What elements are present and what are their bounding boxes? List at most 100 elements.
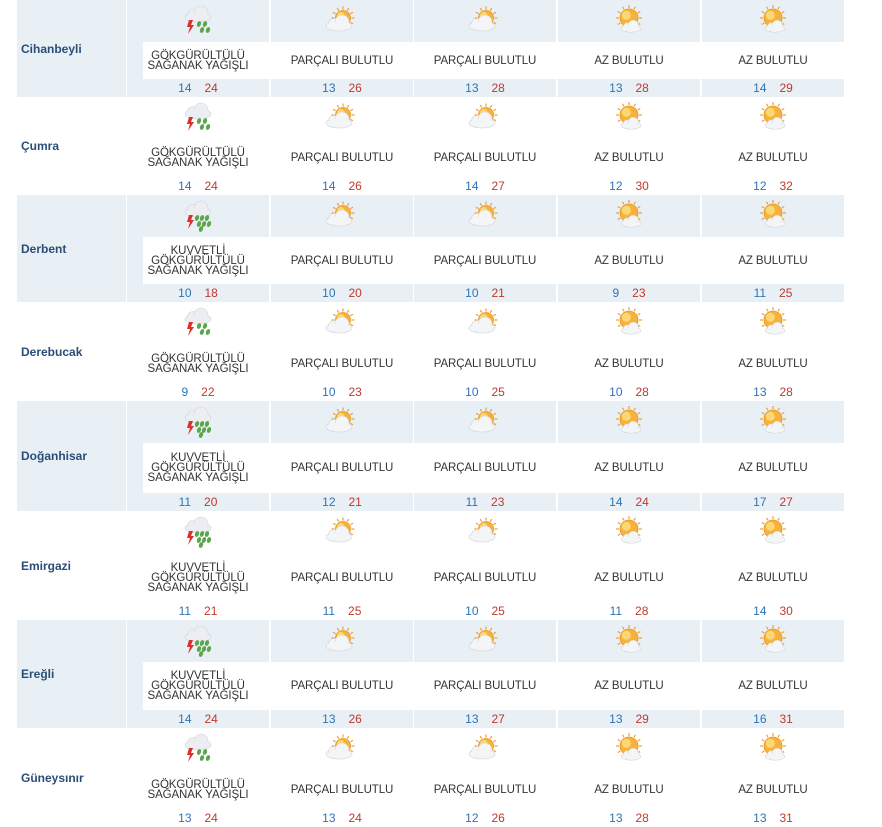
temperature-range: 11 25	[702, 284, 844, 302]
temperature-range: 11 28	[558, 602, 700, 620]
city-name[interactable]: Derebucak	[17, 302, 143, 401]
forecast-row: Güneysınır GÖKGÜRÜLTÜLÜ SAĞANAK YAĞIŞLI 13…	[17, 728, 862, 827]
temperature-range: 14 24	[127, 710, 269, 728]
min-temperature: 10	[322, 286, 336, 300]
day-forecast-cell: KUVVETLİ GÖKGÜRÜLTÜLÜ SAĞANAK YAĞIŞLI 10 1…	[127, 195, 269, 302]
column-divider	[270, 401, 271, 511]
max-temperature: 24	[204, 81, 218, 95]
min-temperature: 13	[753, 385, 767, 399]
weather-description: PARÇALI BULUTLU	[433, 254, 537, 267]
min-temperature: 13	[609, 712, 623, 726]
weather-description: AZ BULUTLU	[738, 571, 808, 584]
city-name[interactable]: Derbent	[17, 195, 143, 302]
city-name[interactable]: Cihanbeyli	[17, 0, 143, 97]
weather-description: KUVVETLİ GÖKGÜRÜLTÜLÜ SAĞANAK YAĞIŞLI	[147, 452, 249, 484]
temperature-range: 13 24	[127, 809, 269, 827]
temperature-range: 10 25	[414, 602, 556, 620]
max-temperature: 28	[635, 385, 649, 399]
column-divider	[270, 728, 271, 827]
column-divider	[126, 302, 127, 401]
day-forecast-cell: PARÇALI BULUTLU 10 21	[414, 195, 556, 302]
temperature-range: 14 24	[127, 177, 269, 195]
day-forecast-cell: AZ BULUTLU 16 31	[702, 620, 844, 728]
city-name[interactable]: Güneysınır	[17, 728, 143, 827]
day-forecast-cell: KUVVETLİ GÖKGÜRÜLTÜLÜ SAĞANAK YAĞIŞLI 14 2…	[127, 620, 269, 728]
min-temperature: 13	[322, 712, 336, 726]
forecast-table: Cihanbeyli GÖKGÜRÜLTÜLÜ SAĞANAK YAĞIŞLI 14…	[0, 0, 882, 827]
day-forecast-cell: AZ BULUTLU 9 23	[558, 195, 700, 302]
day-forecast-cell: PARÇALI BULUTLU 10 25	[414, 511, 556, 620]
column-divider	[557, 97, 558, 195]
temperature-range: 10 28	[558, 383, 700, 401]
max-temperature: 31	[779, 811, 793, 825]
city-name[interactable]: Çumra	[17, 97, 143, 195]
partly-cloudy-icon	[414, 728, 556, 770]
day-forecast-cell: PARÇALI BULUTLU 12 21	[271, 401, 413, 511]
mostly-sunny-icon	[702, 511, 844, 553]
forecast-row: Çumra GÖKGÜRÜLTÜLÜ SAĞANAK YAĞIŞLI 14 24 PAR…	[17, 97, 862, 195]
temperature-range: 13 26	[271, 79, 413, 97]
min-temperature: 13	[609, 811, 623, 825]
mostly-sunny-icon	[558, 302, 700, 344]
day-forecast-cell: AZ BULUTLU 13 28	[558, 0, 700, 97]
city-name[interactable]: Emirgazi	[17, 511, 143, 620]
day-forecast-cell: AZ BULUTLU 12 30	[558, 97, 700, 195]
min-temperature: 11	[322, 604, 336, 618]
mostly-sunny-icon	[558, 728, 700, 770]
day-forecast-cell: AZ BULUTLU 14 24	[558, 401, 700, 511]
column-divider	[126, 401, 127, 511]
max-temperature: 18	[204, 286, 218, 300]
forecast-row: Derebucak GÖKGÜRÜLTÜLÜ SAĞANAK YAĞIŞLI 9 22…	[17, 302, 862, 401]
day-forecast-cell: PARÇALI BULUTLU 12 26	[414, 728, 556, 827]
max-temperature: 24	[204, 811, 218, 825]
weather-description: AZ BULUTLU	[594, 357, 664, 370]
column-divider	[701, 195, 702, 302]
column-divider	[270, 0, 271, 97]
day-forecast-cell: GÖKGÜRÜLTÜLÜ SAĞANAK YAĞIŞLI 14 24	[127, 97, 269, 195]
temperature-range: 16 31	[702, 710, 844, 728]
column-divider	[126, 728, 127, 827]
mostly-sunny-icon	[702, 97, 844, 139]
heavy-thunder-rain-icon	[127, 620, 269, 662]
partly-cloudy-icon	[414, 97, 556, 139]
column-divider	[557, 302, 558, 401]
min-temperature: 10	[465, 286, 479, 300]
column-divider	[413, 728, 414, 827]
partly-cloudy-icon	[414, 0, 556, 42]
partly-cloudy-icon	[271, 0, 413, 42]
temperature-range: 11 20	[127, 493, 269, 511]
weather-description: KUVVETLİ GÖKGÜRÜLTÜLÜ SAĞANAK YAĞIŞLI	[147, 561, 249, 594]
mostly-sunny-icon	[702, 401, 844, 443]
max-temperature: 26	[491, 811, 505, 825]
min-temperature: 14	[178, 81, 192, 95]
mostly-sunny-icon	[558, 620, 700, 662]
day-forecast-cell: PARÇALI BULUTLU 10 25	[414, 302, 556, 401]
max-temperature: 23	[632, 286, 646, 300]
min-temperature: 11	[178, 495, 192, 509]
mostly-sunny-icon	[702, 0, 844, 42]
temperature-range: 13 26	[271, 710, 413, 728]
partly-cloudy-icon	[271, 401, 413, 443]
heavy-thunder-rain-icon	[127, 401, 269, 443]
city-name[interactable]: Ereğli	[17, 620, 143, 728]
forecast-row: Doğanhisar KUVVETLİ GÖKGÜRÜLTÜLÜ SAĞANAK …	[17, 401, 862, 511]
partly-cloudy-icon	[414, 511, 556, 553]
min-temperature: 13	[322, 811, 336, 825]
weather-description: PARÇALI BULUTLU	[290, 462, 394, 474]
weather-description: AZ BULUTLU	[738, 783, 808, 796]
weather-description: AZ BULUTLU	[594, 54, 664, 67]
weather-description: PARÇALI BULUTLU	[433, 152, 537, 164]
partly-cloudy-icon	[271, 620, 413, 662]
max-temperature: 28	[635, 604, 649, 618]
min-temperature: 12	[753, 179, 767, 193]
mostly-sunny-icon	[558, 195, 700, 237]
max-temperature: 30	[635, 179, 649, 193]
max-temperature: 29	[779, 81, 793, 95]
mostly-sunny-icon	[558, 401, 700, 443]
city-name[interactable]: Doğanhisar	[17, 401, 143, 511]
forecast-row: Emirgazi KUVVETLİ GÖKGÜRÜLTÜLÜ SAĞANAK YA…	[17, 511, 862, 620]
forecast-row: Cihanbeyli GÖKGÜRÜLTÜLÜ SAĞANAK YAĞIŞLI 14…	[17, 0, 862, 97]
weather-description: PARÇALI BULUTLU	[290, 152, 394, 164]
column-divider	[413, 0, 414, 97]
mostly-sunny-icon	[702, 728, 844, 770]
